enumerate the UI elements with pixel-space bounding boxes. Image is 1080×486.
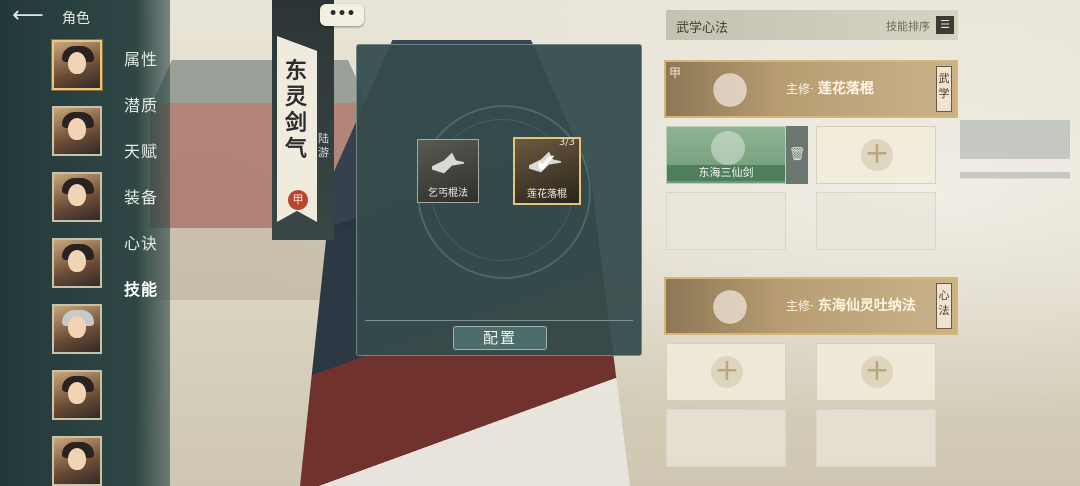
plus-icon: + [711, 356, 743, 388]
config-button[interactable]: 配置 [453, 326, 547, 350]
main-mind-art-slot[interactable]: 主修· 东海仙灵吐纳法 心法 [664, 277, 958, 335]
character-portrait[interactable] [52, 106, 102, 156]
rank-tag: 甲 [669, 66, 682, 80]
wuxue-tag: 武学 [936, 66, 952, 112]
more-options-button[interactable]: ••• [320, 4, 364, 26]
back-arrow-icon[interactable]: ⟵ [6, 4, 50, 28]
mind-art-slot-empty[interactable]: + [816, 343, 936, 401]
plus-icon: + [861, 356, 893, 388]
skill-sort-label[interactable]: 技能排序 [886, 18, 930, 34]
character-portrait[interactable] [52, 40, 102, 90]
locked-slot [666, 192, 786, 250]
slot-skill-label: 东海三仙剑 [667, 165, 785, 181]
plus-icon: + [861, 139, 893, 171]
main-martial-art-label: 主修· 莲花落棍 [786, 78, 874, 98]
swordsman-icon [711, 131, 745, 165]
character-sect: 陆游 [318, 132, 329, 159]
main-martial-art-name: 莲花落棍 [817, 81, 874, 97]
background-pavilion [960, 120, 1070, 250]
locked-slot [666, 409, 786, 467]
menu-item-talent[interactable]: 天赋 [124, 138, 158, 162]
menu-item-mantra[interactable]: 心诀 [124, 230, 158, 254]
meditation-emblem-icon [702, 283, 758, 331]
main-prefix: 主修· [786, 299, 814, 313]
skill-card-label: 莲花落棍 [527, 189, 567, 200]
panel-title: 武学心法 [676, 21, 729, 36]
locked-slot [816, 409, 936, 467]
skill-card-label: 乞丐棍法 [428, 188, 468, 199]
character-portrait[interactable] [52, 172, 102, 222]
skill-config-modal: 乞丐棍法 ✔ 3/3 莲花落棍 配置 [356, 44, 642, 356]
menu-item-skills[interactable]: 技能 [124, 276, 158, 300]
xinfa-tag: 心法 [936, 283, 952, 329]
character-name: 东灵剑气 [284, 58, 307, 162]
character-portrait[interactable] [52, 436, 102, 486]
character-banner: 东灵剑气 陆游 甲 [272, 0, 334, 240]
character-sidebar: ⟵ 角色 属性 潜质 天赋 装备 心诀 技能 [0, 0, 170, 486]
trash-icon[interactable]: 🗑 [786, 126, 808, 184]
skill-figure-icon [428, 152, 468, 174]
martial-arts-header: 武学心法 技能排序 ☰ [666, 10, 958, 40]
main-martial-art-slot[interactable]: 甲 主修· 莲花落棍 武学 [664, 60, 958, 118]
locked-slot [816, 192, 936, 250]
character-portrait[interactable] [52, 238, 102, 288]
main-prefix: 主修· [786, 82, 814, 96]
menu-item-attributes[interactable]: 属性 [124, 46, 158, 70]
skill-count: 3/3 [558, 137, 575, 148]
modal-divider [365, 320, 633, 321]
sort-icon[interactable]: ☰ [936, 16, 954, 34]
martial-art-emblem-icon [702, 66, 758, 114]
skill-card-selected[interactable]: ✔ 3/3 莲花落棍 [513, 137, 581, 205]
martial-art-slot-empty[interactable]: + [816, 126, 936, 184]
menu-item-equipment[interactable]: 装备 [124, 184, 158, 208]
mind-art-slot-empty[interactable]: + [666, 343, 786, 401]
main-mind-art-label: 主修· 东海仙灵吐纳法 [786, 295, 916, 315]
rank-seal: 甲 [288, 190, 308, 210]
menu-item-potential[interactable]: 潜质 [124, 92, 158, 116]
nav-title: 角色 [62, 11, 90, 27]
check-icon: ✔ [535, 149, 557, 179]
main-mind-art-name: 东海仙灵吐纳法 [817, 298, 916, 314]
character-portrait[interactable] [52, 370, 102, 420]
skill-card[interactable]: 乞丐棍法 [417, 139, 479, 203]
nav-header: ⟵ 角色 [0, 0, 170, 34]
martial-art-slot-filled[interactable]: 东海三仙剑 [666, 126, 786, 184]
character-portrait[interactable] [52, 304, 102, 354]
